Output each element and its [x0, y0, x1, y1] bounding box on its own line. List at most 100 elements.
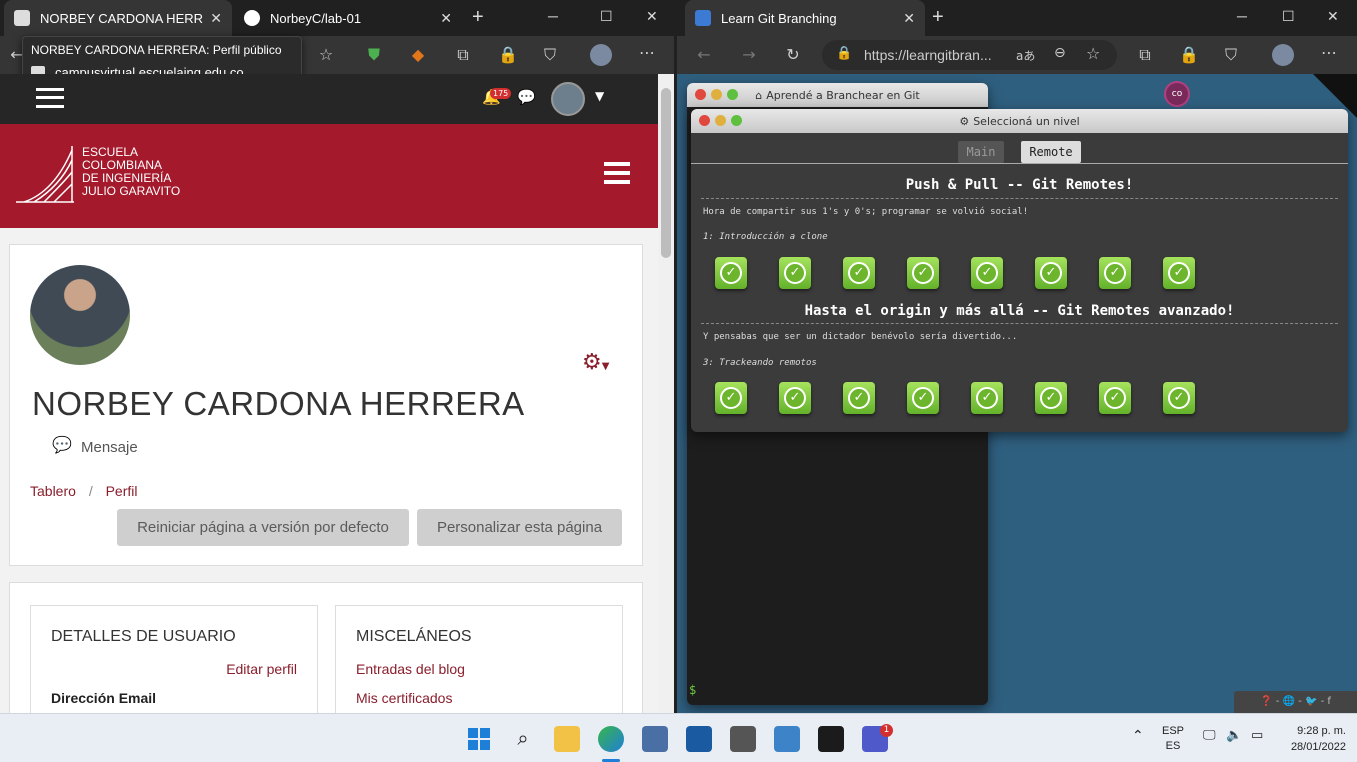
level-complete-button[interactable]: ✓: [779, 257, 811, 289]
monitor-app-icon[interactable]: [774, 726, 800, 752]
level-complete-button[interactable]: ✓: [1099, 257, 1131, 289]
breadcrumb-tablero[interactable]: Tablero: [30, 483, 76, 499]
misc-heading: MISCELÁNEOS: [356, 628, 472, 645]
level-row: ✓ ✓ ✓ ✓ ✓ ✓ ✓ ✓: [715, 382, 1315, 418]
window-controls[interactable]: [699, 115, 742, 126]
scrollbar-thumb[interactable]: [661, 88, 671, 258]
maximize-icon[interactable]: ☐: [600, 8, 613, 25]
level-complete-button[interactable]: ✓: [843, 382, 875, 414]
more-menu-icon[interactable]: ⋯: [636, 43, 658, 62]
level-complete-button[interactable]: ✓: [907, 382, 939, 414]
favorites-icon[interactable]: ☆: [315, 45, 337, 64]
level-complete-button[interactable]: ✓: [1035, 382, 1067, 414]
new-tab-button[interactable]: +: [932, 6, 944, 29]
message-link[interactable]: Mensaje: [81, 439, 138, 456]
file-explorer-icon[interactable]: [554, 726, 580, 752]
blog-entries-link[interactable]: Entradas del blog: [356, 661, 465, 677]
gear-icon[interactable]: ⚙▼: [582, 350, 609, 375]
close-tab-icon[interactable]: ✕: [210, 10, 222, 27]
level-complete-button[interactable]: ✓: [971, 257, 1003, 289]
tab-main[interactable]: Main: [958, 141, 1004, 163]
tab-learn-git[interactable]: Learn Git Branching ✕: [685, 0, 925, 36]
user-avatar-badge[interactable]: co: [1164, 81, 1190, 107]
vertical-scrollbar[interactable]: [658, 74, 674, 713]
header-menu-icon[interactable]: [604, 162, 630, 184]
close-tab-icon[interactable]: ✕: [903, 10, 915, 27]
checkmark-icon: ✓: [1104, 387, 1126, 409]
profile-avatar[interactable]: [1272, 44, 1294, 66]
more-menu-icon[interactable]: ⋯: [1318, 43, 1340, 62]
level-complete-button[interactable]: ✓: [779, 382, 811, 414]
hamburger-menu-icon[interactable]: [36, 88, 64, 108]
search-icon[interactable]: ⌕: [510, 726, 536, 752]
virtualbox-icon[interactable]: [686, 726, 712, 752]
tab-remote[interactable]: Remote: [1021, 141, 1081, 163]
level-complete-button[interactable]: ✓: [1035, 257, 1067, 289]
terminal-title-bar: ⌂ Aprendé a Branchear en Git: [687, 83, 988, 107]
message-chat-icon[interactable]: 💬: [52, 435, 72, 454]
collections-icon[interactable]: ⧉: [1134, 45, 1156, 65]
privacy-extension-icon[interactable]: ⛉: [1220, 45, 1242, 65]
lock-extension-icon[interactable]: 🔒: [497, 45, 519, 64]
close-window-icon[interactable]: ✕: [1327, 8, 1339, 25]
lock-extension-icon[interactable]: 🔒: [1178, 45, 1200, 64]
clock[interactable]: 9:28 p. m. 28/01/2022: [1280, 723, 1346, 755]
checkmark-icon: ✓: [976, 387, 998, 409]
certificates-link[interactable]: Mis certificados: [356, 690, 452, 706]
level-complete-button[interactable]: ✓: [907, 257, 939, 289]
close-window-icon[interactable]: ✕: [646, 8, 658, 25]
minimize-icon[interactable]: ─: [548, 8, 558, 24]
privacy-extension-icon[interactable]: ⛉: [539, 45, 561, 65]
misc-section: MISCELÁNEOS Entradas del blog Mis certif…: [335, 605, 623, 713]
edge-browser-icon[interactable]: [598, 726, 624, 752]
breadcrumb-separator: /: [88, 483, 93, 499]
metamask-icon[interactable]: ◆: [407, 45, 429, 64]
translate-icon[interactable]: aあ: [1016, 47, 1035, 64]
remote-desktop-icon[interactable]: [642, 726, 668, 752]
maximize-icon[interactable]: ☐: [1282, 8, 1295, 25]
volume-icon[interactable]: 🔈: [1226, 728, 1242, 743]
collections-icon[interactable]: ⧉: [452, 45, 474, 65]
language-indicator[interactable]: ESP ES: [1162, 724, 1184, 754]
tab-github-lab[interactable]: NorbeyC/lab-01 ✕: [234, 0, 462, 36]
lock-icon: 🔒: [836, 46, 853, 61]
level-complete-button[interactable]: ✓: [715, 382, 747, 414]
reset-page-button[interactable]: Reiniciar página a versión por defecto: [117, 509, 409, 546]
battery-icon[interactable]: ▭: [1251, 728, 1263, 743]
edit-profile-link[interactable]: Editar perfil: [226, 661, 297, 677]
customize-page-button[interactable]: Personalizar esta página: [417, 509, 622, 546]
forward-icon[interactable]: →: [738, 45, 760, 64]
favorites-icon[interactable]: ☆: [1086, 44, 1100, 63]
level-complete-button[interactable]: ✓: [715, 257, 747, 289]
csharp-2019-icon[interactable]: [730, 726, 756, 752]
profile-name-heading: NORBEY CARDONA HERRERA: [32, 385, 525, 422]
pdf-reader-icon[interactable]: [818, 726, 844, 752]
profile-avatar[interactable]: [590, 44, 612, 66]
breadcrumb-perfil[interactable]: Perfil: [106, 483, 138, 499]
shield-extension-icon[interactable]: ⛊: [363, 45, 385, 65]
back-icon[interactable]: ←: [693, 45, 715, 64]
window-controls[interactable]: [695, 89, 738, 100]
command-prompt[interactable]: $: [689, 683, 696, 697]
level-complete-button[interactable]: ✓: [971, 382, 1003, 414]
checkmark-icon: ✓: [1168, 262, 1190, 284]
checkmark-icon: ✓: [848, 387, 870, 409]
close-tab-icon[interactable]: ✕: [440, 10, 452, 27]
show-hidden-icons-icon[interactable]: ⌃: [1132, 728, 1144, 744]
zoom-icon[interactable]: ⊖: [1054, 45, 1066, 61]
refresh-icon[interactable]: ↻: [782, 45, 804, 64]
social-footer[interactable]: ❓ - 🌐 - 🐦 - f: [1234, 691, 1357, 713]
level-complete-button[interactable]: ✓: [1163, 257, 1195, 289]
chevron-down-icon[interactable]: ▼: [595, 89, 604, 103]
messages-icon[interactable]: 💬: [517, 88, 536, 106]
level-complete-button[interactable]: ✓: [843, 257, 875, 289]
network-icon[interactable]: 🖵: [1203, 728, 1216, 743]
level-complete-button[interactable]: ✓: [1099, 382, 1131, 414]
level-complete-button[interactable]: ✓: [1163, 382, 1195, 414]
url-bar[interactable]: 🔒 https://learngitbran... aあ ⊖ ☆: [822, 40, 1117, 70]
tab-moodle-profile[interactable]: NORBEY CARDONA HERRERA: Perfil público ✕: [4, 0, 232, 36]
new-tab-button[interactable]: +: [472, 6, 484, 29]
user-avatar[interactable]: [551, 82, 585, 116]
start-icon[interactable]: [466, 726, 492, 752]
minimize-icon[interactable]: ─: [1237, 8, 1247, 24]
